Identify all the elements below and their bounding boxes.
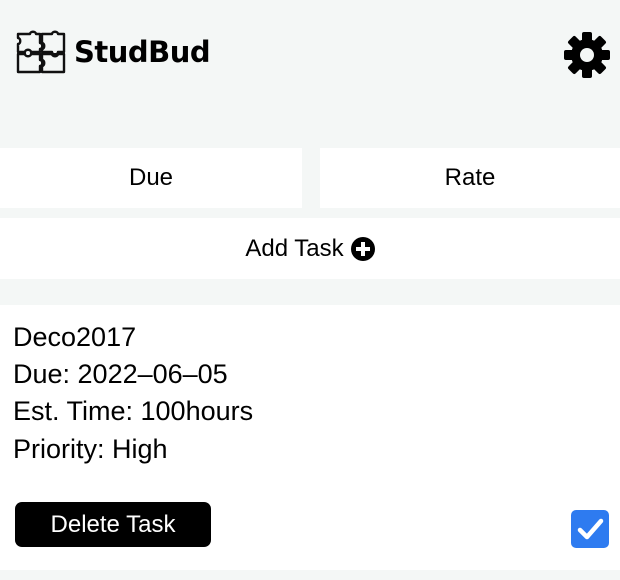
delete-task-label: Delete Task [50,510,176,538]
task-est-time: Est. Time: 100hours [13,396,254,426]
app-brand: StudBud [74,35,211,69]
sort-rate-button[interactable]: Rate [320,148,620,208]
sort-due-button[interactable]: Due [0,148,302,208]
task-name: Deco2017 [13,322,137,352]
add-task-button[interactable]: Add Task [0,218,620,279]
gear-icon[interactable] [562,30,612,80]
sort-rate-label: Rate [444,164,496,191]
task-card: Deco2017 Due: 2022–06–05 Est. Time: 100h… [0,305,620,570]
task-complete-checkbox[interactable] [571,510,609,548]
app-header: StudBud [0,0,620,110]
puzzle-pieces-icon [16,30,66,74]
add-task-label: Add Task [245,234,344,262]
plus-circle-icon [350,236,375,261]
task-due-date: Due: 2022–06–05 [13,359,228,389]
task-priority: Priority: High [13,434,168,464]
sort-due-label: Due [128,164,174,191]
checkmark-icon [577,518,604,540]
delete-task-button[interactable]: Delete Task [15,502,211,547]
